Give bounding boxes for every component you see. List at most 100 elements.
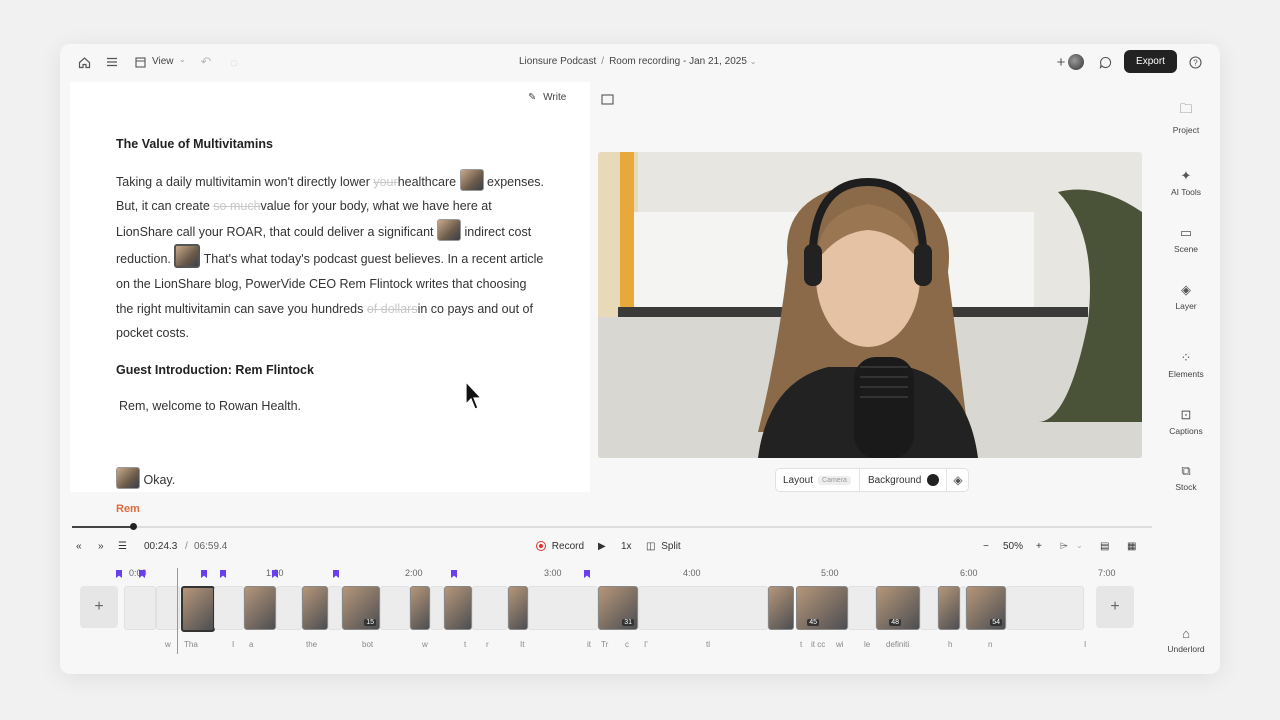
redo-icon[interactable]: ◌ [226,54,242,70]
timeline-word[interactable]: le [864,640,870,649]
avatar[interactable] [1068,54,1084,70]
layers-icon[interactable]: ◈ [953,473,962,487]
timeline-word[interactable]: I [232,640,234,649]
timeline-word[interactable]: r [486,640,489,649]
timeline-word[interactable]: I' [644,640,648,649]
split-button[interactable]: ◫ Split [646,541,681,552]
timeline-clip[interactable] [768,586,794,630]
timeline-word[interactable]: n [988,640,992,649]
script-editor[interactable]: ✎ Write The Value of Multivitamins Takin… [70,82,614,515]
zoom-in-icon[interactable]: + [1036,541,1042,552]
timeline-word[interactable]: w [422,640,428,649]
timeline-clip[interactable] [508,586,528,630]
layout-label[interactable]: Layout [783,475,813,486]
timeline-word[interactable]: w [165,640,171,649]
menu-icon[interactable] [104,54,120,70]
timeline-clip[interactable] [430,586,444,630]
chapter-marker[interactable] [116,570,122,578]
timeline-clip[interactable] [214,586,244,630]
scene-thumbnail[interactable] [437,218,462,241]
video-preview[interactable] [598,152,1142,458]
timeline-clip[interactable] [124,586,156,630]
scene-thumbnail[interactable] [116,466,140,489]
timeline-word[interactable]: Tr [601,640,608,649]
speaker-label[interactable]: Rem [116,497,546,522]
timeline-clip[interactable]: 48 [876,586,920,630]
chapters-icon[interactable]: ☰ [118,541,127,552]
add-clip-start-button[interactable]: + [80,586,118,628]
scrubber-handle[interactable] [130,523,137,530]
sidebar-item-layer[interactable]: ◈ Layer [1152,282,1220,311]
chapter-marker[interactable] [584,570,590,578]
timeline-clip[interactable] [328,586,342,630]
timeline-word[interactable]: t [464,640,466,649]
timeline-clip[interactable]: 31 [598,586,638,630]
transcript-paragraph[interactable]: Taking a daily multivitamin won't direct… [116,168,546,346]
timeline-word[interactable]: Tha [184,640,198,649]
home-icon[interactable] [76,54,92,70]
chapter-marker[interactable] [333,570,339,578]
playback-scrubber[interactable] [72,523,1152,530]
underlord-button[interactable]: ⌂ Underlord [1152,626,1220,654]
skip-back-icon[interactable]: « [76,541,82,552]
timeline-word[interactable]: it cc [811,640,825,649]
background-color-swatch[interactable] [927,474,940,486]
timeline-word[interactable]: c [625,640,629,649]
deleted-word[interactable]: so much [213,199,260,213]
comment-icon[interactable] [1097,54,1113,70]
chapter-marker[interactable] [201,570,207,578]
clip-track[interactable]: + 15 31 45 48 54 + [80,586,1136,632]
transcript-document[interactable]: The Value of Multivitamins Taking a dail… [116,132,546,521]
play-icon[interactable]: ▶ [598,541,606,552]
view-icon[interactable] [132,54,148,70]
timeline-clip[interactable] [1006,586,1084,630]
timeline-clip[interactable] [380,586,410,630]
timeline-clip[interactable] [410,586,430,630]
record-button[interactable]: Record [536,541,584,552]
deleted-word[interactable]: of dollars [367,302,418,316]
timeline-word[interactable]: bot [362,640,373,649]
add-collaborator-icon[interactable]: + [1054,53,1068,71]
timeline-clip[interactable] [276,586,302,630]
chapter-marker[interactable] [220,570,226,578]
timeline-clip[interactable] [528,586,598,630]
timeline-clip[interactable] [848,586,876,630]
add-clip-end-button[interactable]: + [1096,586,1134,628]
timeline-clip[interactable]: 45 [796,586,848,630]
timeline-ruler[interactable]: 0:00 1:00 2:00 3:00 4:00 5:00 6:00 7:00 [116,566,1150,582]
export-button[interactable]: Export [1124,50,1177,73]
sidebar-item-scene[interactable]: ▭ Scene [1152,225,1220,254]
playhead[interactable] [177,568,178,654]
timeline-word[interactable]: wi [836,640,844,649]
background-label[interactable]: Background [868,475,921,486]
timeline-clip[interactable] [638,586,768,630]
scene-thumbnail-selected[interactable] [174,244,201,269]
chevron-down-icon[interactable]: ⌄ [750,57,757,66]
zoom-out-icon[interactable]: − [983,541,989,552]
transcript-paragraph[interactable]: Okay. [116,466,546,493]
timeline-clip[interactable] [920,586,938,630]
zoom-level[interactable]: 50% [1003,541,1023,552]
timeline-clip[interactable] [444,586,472,630]
layout-value-badge[interactable]: Camera [818,475,851,485]
timeline-clip-selected[interactable] [181,586,215,632]
grid-view-icon[interactable]: ▦ [1127,541,1136,552]
timeline-word[interactable]: it [587,640,591,649]
deleted-word[interactable]: your [373,175,397,189]
view-menu-label[interactable]: View [152,56,174,67]
chapter-marker[interactable] [451,570,457,578]
pointer-tool-icon[interactable]: ⌲ [1060,541,1068,552]
timeline-word[interactable]: I [1084,640,1086,649]
track-view-icon[interactable]: ▤ [1100,541,1109,552]
undo-icon[interactable]: ↶ [198,54,214,70]
timeline-clip[interactable]: 54 [966,586,1006,630]
project-name[interactable]: Lionsure Podcast [519,56,596,67]
timeline-clip[interactable]: 15 [342,586,380,630]
sidebar-item-ai-tools[interactable]: ✦ AI Tools [1152,168,1220,197]
sidebar-item-stock[interactable]: ⧉ Stock [1152,463,1220,492]
timeline-clip[interactable] [244,586,276,630]
sidebar-item-elements[interactable]: ⁘ Elements [1152,350,1220,379]
aspect-ratio-icon[interactable] [600,92,614,106]
timeline-word[interactable]: a [249,640,253,649]
recording-name[interactable]: Room recording - Jan 21, 2025 [609,56,747,67]
